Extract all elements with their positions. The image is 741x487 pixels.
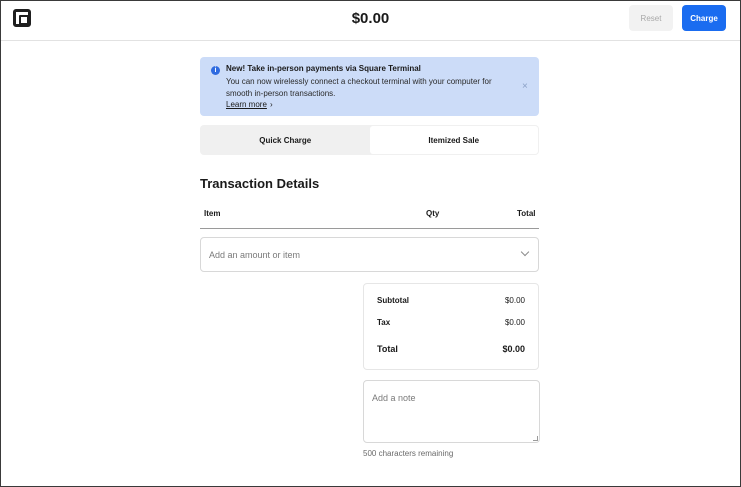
tax-value: $0.00 — [504, 318, 525, 327]
table-header-divider — [200, 228, 539, 229]
charge-button[interactable]: Charge — [682, 5, 726, 31]
banner-body: You can now wirelessly connect a checkou… — [226, 77, 492, 98]
column-header-qty: Qty — [426, 209, 440, 218]
column-header-item: Item — [204, 209, 221, 218]
chevron-down-icon — [520, 247, 530, 257]
transaction-details-heading: Transaction Details — [200, 176, 320, 191]
terminal-promo-banner: i New! Take in-person payments via Squar… — [200, 57, 539, 116]
totals-summary: Subtotal $0.00 Tax $0.00 Total $0.00 — [363, 283, 539, 370]
tax-label: Tax — [377, 318, 391, 327]
note-character-count: 500 characters remaining — [363, 449, 454, 458]
tab-quick-charge[interactable]: Quick Charge — [201, 126, 370, 154]
learn-more-link[interactable]: Learn more — [226, 100, 267, 109]
top-bar: $0.00 Reset Charge — [0, 0, 741, 41]
subtotal-value: $0.00 — [504, 296, 525, 305]
reset-button[interactable]: Reset — [629, 5, 673, 31]
tab-itemized-sale[interactable]: Itemized Sale — [369, 126, 538, 154]
banner-title: New! Take in-person payments via Square … — [226, 64, 421, 73]
add-item-select[interactable]: Add an amount or item — [200, 237, 539, 272]
chevron-right-icon: › — [270, 100, 273, 109]
resize-handle-icon[interactable] — [533, 436, 538, 441]
note-field[interactable] — [363, 380, 540, 443]
total-value: $0.00 — [502, 344, 525, 354]
close-icon[interactable]: × — [522, 81, 528, 92]
info-icon: i — [211, 66, 220, 75]
sale-mode-tabs: Quick Charge Itemized Sale — [200, 125, 539, 155]
column-header-total: Total — [517, 209, 536, 218]
total-label: Total — [377, 344, 398, 354]
subtotal-label: Subtotal — [377, 296, 409, 305]
add-item-placeholder: Add an amount or item — [209, 249, 301, 260]
